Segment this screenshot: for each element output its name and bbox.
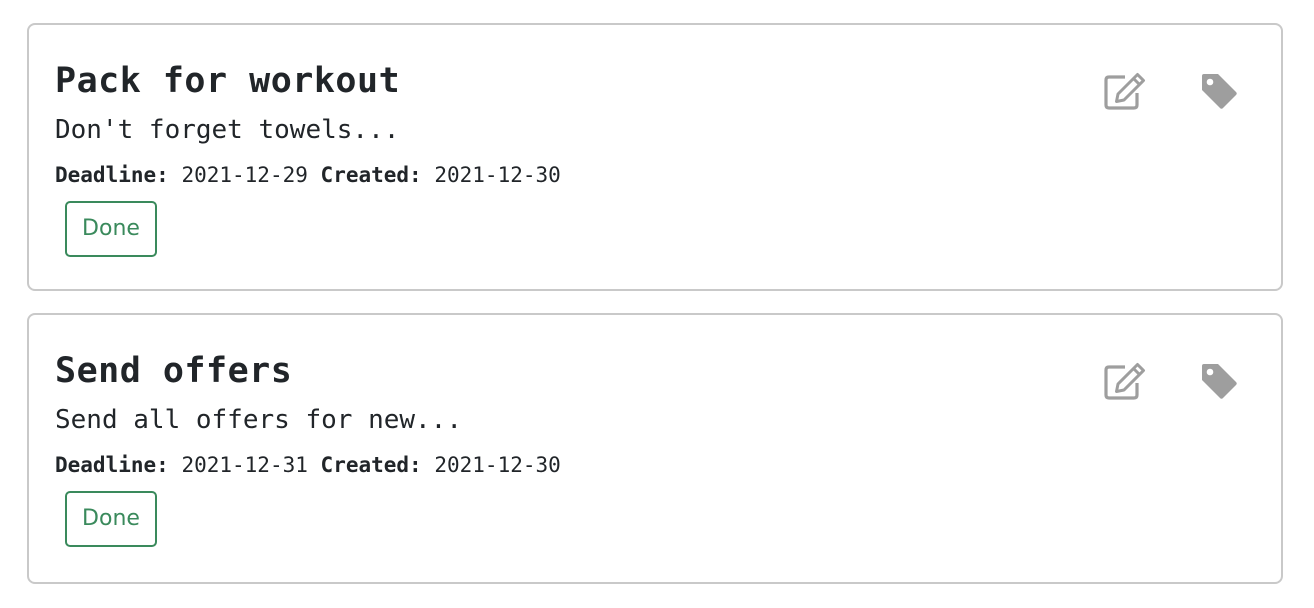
tag-icon — [1202, 74, 1237, 109]
tag-icon — [1202, 364, 1237, 399]
created-value: 2021-12-30 — [434, 163, 561, 187]
task-meta: Deadline: 2021-12-31 Created: 2021-12-30 — [55, 451, 561, 479]
deadline-label: Deadline: — [55, 163, 169, 187]
edit-button[interactable] — [1101, 67, 1149, 115]
edit-icon — [1104, 363, 1145, 400]
task-title: Send offers — [55, 351, 293, 391]
task-description: Don't forget towels... — [55, 115, 400, 145]
created-value: 2021-12-30 — [434, 453, 561, 477]
tag-button[interactable] — [1195, 357, 1243, 405]
done-button[interactable]: Done — [65, 491, 157, 547]
task-card: Send offers Send all offers for new... D… — [27, 313, 1283, 584]
task-title: Pack for workout — [55, 61, 401, 101]
created-label: Created: — [320, 163, 422, 187]
done-button[interactable]: Done — [65, 201, 157, 257]
deadline-value: 2021-12-31 — [181, 453, 308, 477]
task-description: Send all offers for new... — [55, 405, 462, 435]
created-label: Created: — [320, 453, 422, 477]
task-meta: Deadline: 2021-12-29 Created: 2021-12-30 — [55, 161, 561, 189]
deadline-value: 2021-12-29 — [181, 163, 308, 187]
deadline-label: Deadline: — [55, 453, 169, 477]
edit-button[interactable] — [1101, 357, 1149, 405]
task-card: Pack for workout Don't forget towels... … — [27, 23, 1283, 291]
edit-icon — [1104, 73, 1145, 110]
tag-button[interactable] — [1195, 67, 1243, 115]
